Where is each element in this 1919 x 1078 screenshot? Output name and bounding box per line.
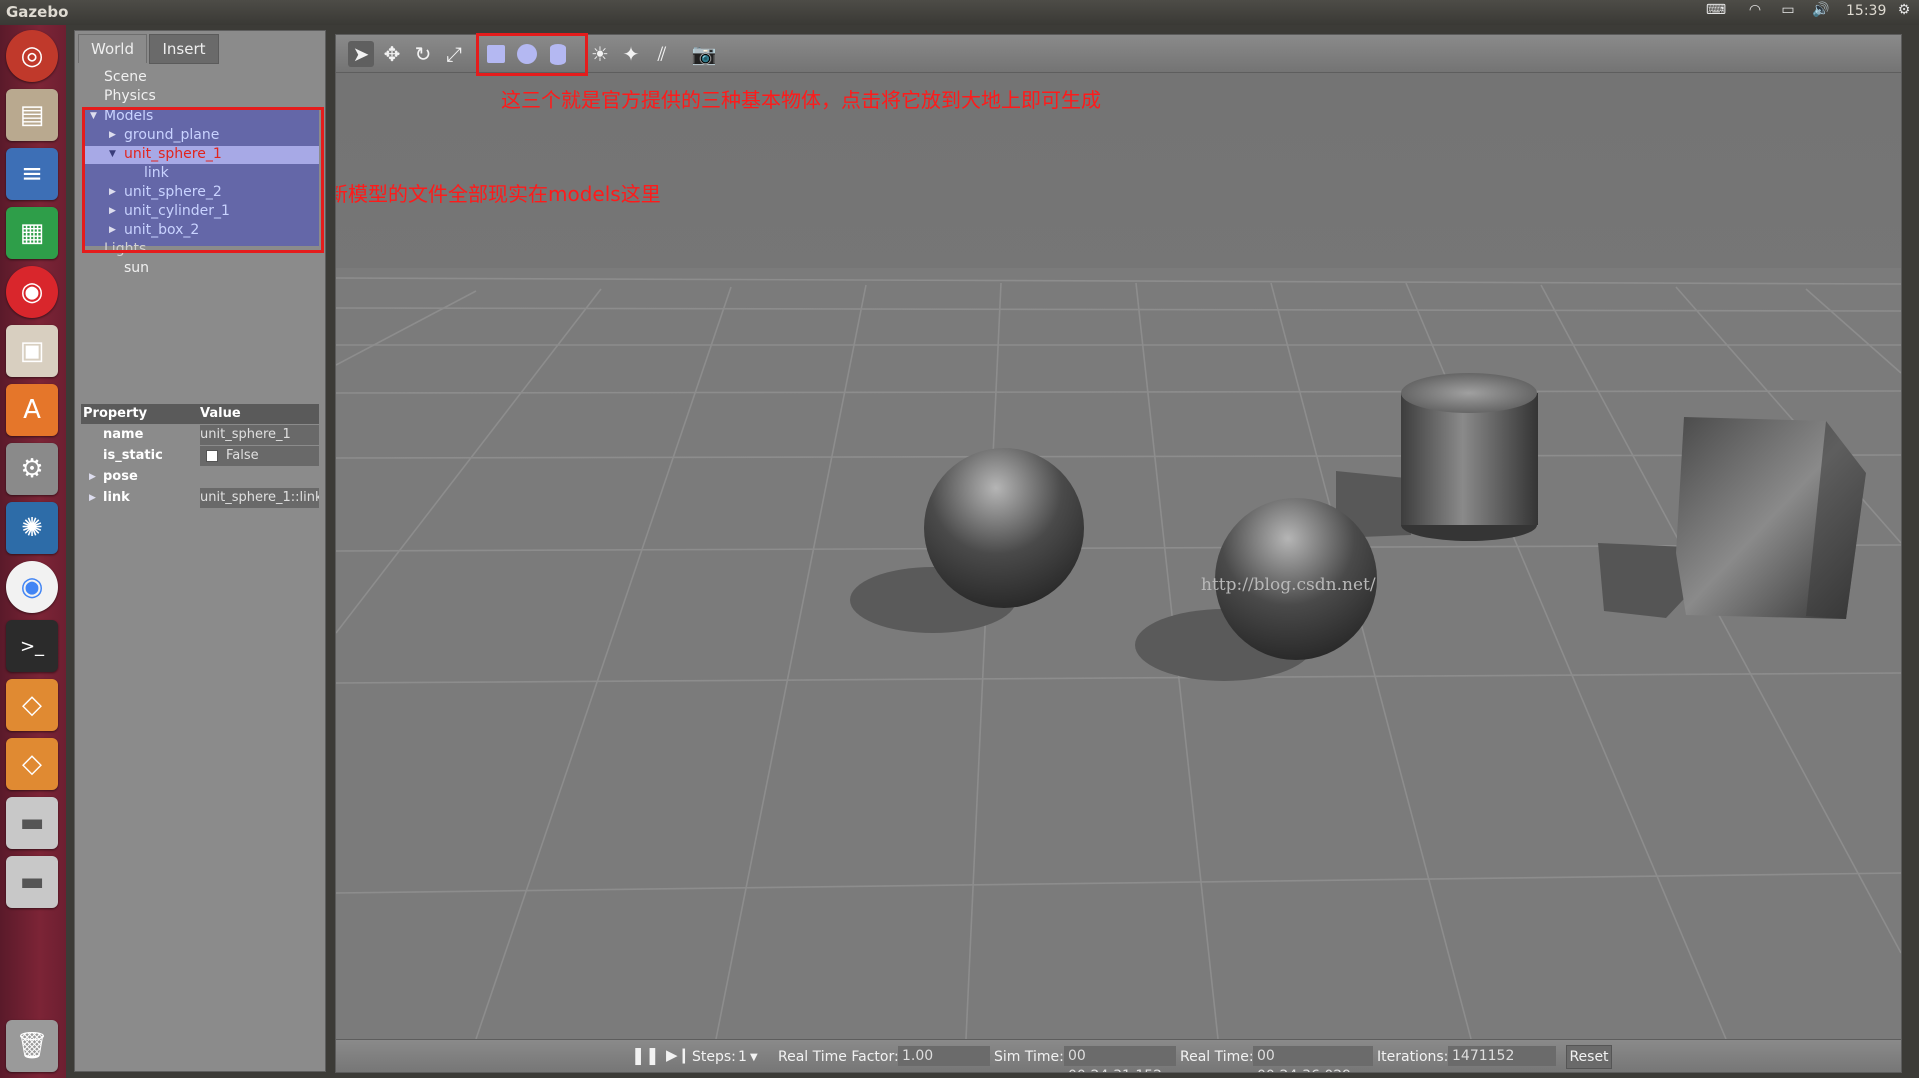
- gear-icon[interactable]: ⚙: [1893, 2, 1915, 22]
- calc-icon[interactable]: ▦: [6, 207, 58, 259]
- header-value: Value: [200, 406, 241, 421]
- terminal-icon[interactable]: >_: [6, 620, 58, 672]
- unit-cylinder-1[interactable]: [1401, 373, 1538, 541]
- header-property: Property: [83, 406, 148, 421]
- writer-icon[interactable]: ≡: [6, 148, 58, 200]
- toolbar-annotation: 这三个就是官方提供的三种基本物体，点击将它放到大地上即可生成: [501, 88, 1101, 112]
- unit-sphere-1[interactable]: [924, 448, 1084, 608]
- prop-link-key: link: [103, 490, 130, 505]
- is-static-checkbox[interactable]: [206, 449, 218, 462]
- prop-name-value[interactable]: unit_sphere_1: [200, 425, 319, 445]
- point-light-icon[interactable]: ☀: [587, 41, 613, 67]
- 3d-viewport[interactable]: ➤ ✥ ↻ ⤢ ☀ ✦ ⫽ 📷 http://blog.csdn.net/ 这三…: [335, 34, 1902, 1073]
- drive-icon[interactable]: ▬: [6, 797, 58, 849]
- scale-icon[interactable]: ⤢: [441, 41, 467, 67]
- files-icon[interactable]: ▤: [6, 89, 58, 141]
- spot-light-icon[interactable]: ✦: [618, 41, 644, 67]
- keyboard-icon[interactable]: ⌨: [1705, 2, 1727, 22]
- virtualbox-icon[interactable]: ◇: [6, 679, 58, 731]
- ground-plane: [336, 268, 1901, 1039]
- property-header: Property Value: [81, 404, 319, 424]
- step-icon[interactable]: ▶❙: [666, 1046, 690, 1064]
- launcher: ◎ ▤ ≡ ▦ ◉ ▣ A ⚙ ✺ ◉ >_ ◇ ◇ ▬ ▬ 🗑: [0, 25, 66, 1078]
- iterations-value: 1471152: [1448, 1046, 1556, 1066]
- shapes-annotation-box: [476, 33, 588, 76]
- screenshot-icon[interactable]: 📷: [691, 41, 717, 67]
- prop-is-static-value: False: [226, 448, 259, 463]
- sim-time-value: 00 00:24:31.152: [1064, 1046, 1176, 1072]
- steps-label: Steps:: [692, 1049, 736, 1065]
- reset-button[interactable]: Reset: [1566, 1045, 1612, 1069]
- drive-2-icon[interactable]: ▬: [6, 856, 58, 908]
- chevron-down-icon[interactable]: ▼: [750, 1052, 758, 1063]
- battery-icon[interactable]: ▭: [1777, 2, 1799, 22]
- netease-music-icon[interactable]: ◉: [6, 266, 58, 318]
- bottom-bar: ❚❚ ▶❙ Steps: 1 ▼ Real Time Factor: 1.00 …: [336, 1039, 1901, 1072]
- tab-world[interactable]: World: [78, 34, 147, 63]
- models-annotation-box: [82, 107, 324, 253]
- prop-pose-key: pose: [103, 469, 138, 484]
- select-arrow-icon[interactable]: ➤: [348, 41, 374, 67]
- system-top-bar: Gazebo ⌨ ◠ ▭ 🔊 15:39 ⚙: [0, 0, 1919, 25]
- property-row[interactable]: ▶ link unit_sphere_1::link: [81, 488, 319, 508]
- iterations-label: Iterations:: [1377, 1049, 1449, 1065]
- tree-sun[interactable]: sun: [124, 260, 149, 276]
- tree-scene[interactable]: Scene: [104, 69, 147, 85]
- scene-canvas[interactable]: http://blog.csdn.net/: [336, 73, 1901, 1039]
- rotate-icon[interactable]: ↻: [410, 41, 436, 67]
- system-settings-icon[interactable]: ⚙: [6, 443, 58, 495]
- prop-name-key: name: [103, 427, 144, 442]
- real-time-label: Real Time:: [1180, 1049, 1254, 1065]
- volume-icon[interactable]: 🔊: [1810, 2, 1832, 22]
- window-title: Gazebo: [6, 3, 69, 21]
- models-annotation: 新模型的文件全部现实在models这里: [335, 182, 661, 206]
- pause-icon[interactable]: ❚❚: [631, 1046, 660, 1066]
- sim-time-label: Sim Time:: [994, 1049, 1064, 1065]
- prop-is-static-key: is_static: [103, 448, 163, 463]
- steps-value[interactable]: 1: [738, 1049, 747, 1065]
- impress-icon[interactable]: ▣: [6, 325, 58, 377]
- rtf-label: Real Time Factor:: [778, 1049, 899, 1065]
- property-row: is_static False: [81, 446, 319, 466]
- tree-physics[interactable]: Physics: [104, 88, 156, 104]
- real-time-value: 00 00:24:36.029: [1253, 1046, 1373, 1072]
- chrome-icon[interactable]: ◉: [6, 561, 58, 613]
- translate-icon[interactable]: ✥: [379, 41, 405, 67]
- ubuntu-home-icon[interactable]: ◎: [6, 30, 58, 82]
- clock[interactable]: 15:39: [1846, 3, 1886, 19]
- property-row: name unit_sphere_1: [81, 425, 319, 445]
- unit-box-2[interactable]: [1676, 417, 1866, 619]
- watermark: http://blog.csdn.net/: [1201, 575, 1376, 595]
- trash-icon[interactable]: 🗑: [6, 1020, 58, 1072]
- rtf-value: 1.00: [898, 1046, 990, 1066]
- prop-link-value[interactable]: unit_sphere_1::link: [200, 488, 319, 508]
- virtualbox-2-icon[interactable]: ◇: [6, 738, 58, 790]
- shotwell-icon[interactable]: ✺: [6, 502, 58, 554]
- wifi-icon[interactable]: ◠: [1744, 2, 1766, 22]
- property-row[interactable]: ▶ pose: [81, 467, 319, 487]
- prop-is-static-value-cell: False: [200, 446, 319, 466]
- software-center-icon[interactable]: A: [6, 384, 58, 436]
- directional-light-icon[interactable]: ⫽: [649, 41, 675, 67]
- tab-insert[interactable]: Insert: [149, 34, 219, 64]
